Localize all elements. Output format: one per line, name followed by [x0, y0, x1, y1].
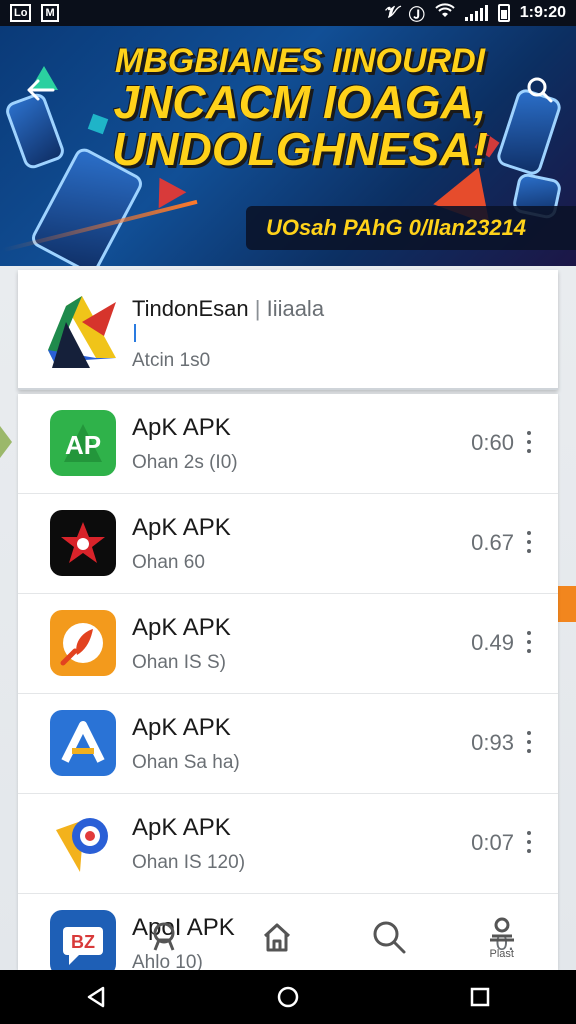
banner-title-line-2: JNCACM IOAGA,	[113, 75, 487, 128]
nav-home[interactable]	[237, 908, 317, 968]
app-list: AP ApK APK Ohan 2s (I0) 0:60 ApK APK Oha…	[18, 394, 558, 970]
square-recents-icon	[470, 987, 490, 1007]
banner-title-line-3: UNDOLGHNESA!	[112, 122, 488, 175]
banner-title-line-1: MBGBIANES IINOURDI	[114, 42, 486, 80]
ap-icon: AP	[50, 410, 116, 476]
vibrate-icon: 𝓥	[385, 4, 399, 21]
more-vert-icon[interactable]	[522, 828, 536, 856]
app-subtitle: Ohan IS 120)	[132, 852, 246, 873]
back-button[interactable]	[20, 70, 60, 110]
star-icon	[50, 510, 116, 576]
featured-title-main: TindonEsan	[132, 296, 249, 321]
bz-icon: BZ	[50, 910, 116, 970]
app-value: 0.67	[471, 530, 514, 555]
wifi-icon	[435, 2, 455, 24]
app-value: 0.49	[471, 630, 514, 655]
notification-icon: Lo	[10, 4, 32, 22]
app-value: 0:93	[471, 730, 514, 755]
more-vert-icon[interactable]	[522, 728, 536, 756]
search-icon	[527, 77, 553, 103]
bottom-nav: Plast	[108, 906, 558, 970]
featured-meta: Atcin 1s0	[132, 350, 211, 371]
search-button[interactable]	[520, 70, 560, 110]
featured-title-separator: |	[254, 296, 261, 321]
bag-icon	[153, 922, 175, 951]
triangle-back-icon	[87, 986, 105, 1008]
nav-bag[interactable]	[124, 908, 204, 968]
more-vert-icon[interactable]	[522, 428, 536, 456]
app-subtitle: Ohan 2s (I0)	[132, 452, 238, 473]
ring-icon	[50, 810, 116, 876]
gallery-notification-icon: M	[41, 4, 59, 22]
nav-profile[interactable]: Plast	[462, 908, 542, 968]
app-list-area: TindonEsan | Iiiaala Atcin 1s0 AP ApK AP…	[0, 266, 576, 970]
status-time: 1:9:20	[519, 4, 566, 21]
app-name: ApK APK	[132, 414, 231, 441]
profile-icon	[489, 917, 514, 942]
app-name: ApK APK	[132, 514, 231, 541]
decor-block	[558, 586, 576, 622]
text-cursor	[134, 324, 136, 342]
drive-logo-icon	[48, 296, 116, 368]
list-item[interactable]: ApK APK Ohan IS 120) 0:07	[18, 794, 558, 894]
promo-banner: MBGBIANES IINOURDI JNCACM IOAGA, UNDOLGH…	[0, 26, 576, 266]
app-name: ApK APK	[132, 714, 231, 741]
app-name: ApK APK	[132, 614, 231, 641]
bz-icon-text: BZ	[71, 932, 95, 952]
sync-icon: Ⓙ	[408, 7, 425, 24]
more-vert-icon[interactable]	[522, 528, 536, 556]
a-letter-icon	[50, 710, 116, 776]
system-recents-button[interactable]	[450, 972, 510, 1022]
featured-card[interactable]: TindonEsan | Iiiaala Atcin 1s0	[18, 270, 558, 390]
system-back-button[interactable]	[66, 972, 126, 1022]
list-item[interactable]: ApK APK Ohan 60 0.67	[18, 494, 558, 594]
battery-icon	[497, 4, 510, 22]
app-subtitle: Ohan Sa ha)	[132, 752, 240, 773]
list-item[interactable]: ApK APK Ohan Sa ha) 0:93	[18, 694, 558, 794]
system-home-button[interactable]	[258, 972, 318, 1022]
nav-profile-label: Plast	[489, 948, 514, 960]
app-subtitle: Ohan IS S)	[132, 652, 226, 673]
nav-search[interactable]	[349, 908, 429, 968]
leaf-icon	[50, 610, 116, 676]
app-name: ApK APK	[132, 814, 231, 841]
featured-title-suffix: Iiiaala	[266, 296, 325, 321]
banner-title: MBGBIANES IINOURDI JNCACM IOAGA, UNDOLGH…	[90, 44, 510, 172]
search-icon	[373, 921, 406, 954]
app-value: 0:60	[471, 430, 514, 455]
circle-home-icon	[277, 986, 299, 1008]
banner-subtitle: UOsah PAhG 0/Ilan23214	[246, 206, 576, 250]
ap-icon-text: AP	[65, 430, 101, 460]
system-nav-bar	[0, 970, 576, 1024]
featured-title: TindonEsan | Iiiaala	[132, 296, 324, 322]
more-vert-icon[interactable]	[522, 628, 536, 656]
app-value: 0:07	[471, 830, 514, 855]
decor-triangle	[0, 426, 12, 458]
decor-triangle	[145, 169, 187, 209]
home-icon	[263, 923, 290, 952]
list-item[interactable]: ApK APK Ohan IS S) 0.49	[18, 594, 558, 694]
status-bar: Lo M 𝓥 Ⓙ 1:9:20	[0, 0, 576, 26]
signal-icon	[464, 5, 488, 21]
arrow-left-icon	[27, 79, 55, 101]
list-item[interactable]: AP ApK APK Ohan 2s (I0) 0:60	[18, 394, 558, 494]
app-subtitle: Ohan 60	[132, 552, 205, 573]
